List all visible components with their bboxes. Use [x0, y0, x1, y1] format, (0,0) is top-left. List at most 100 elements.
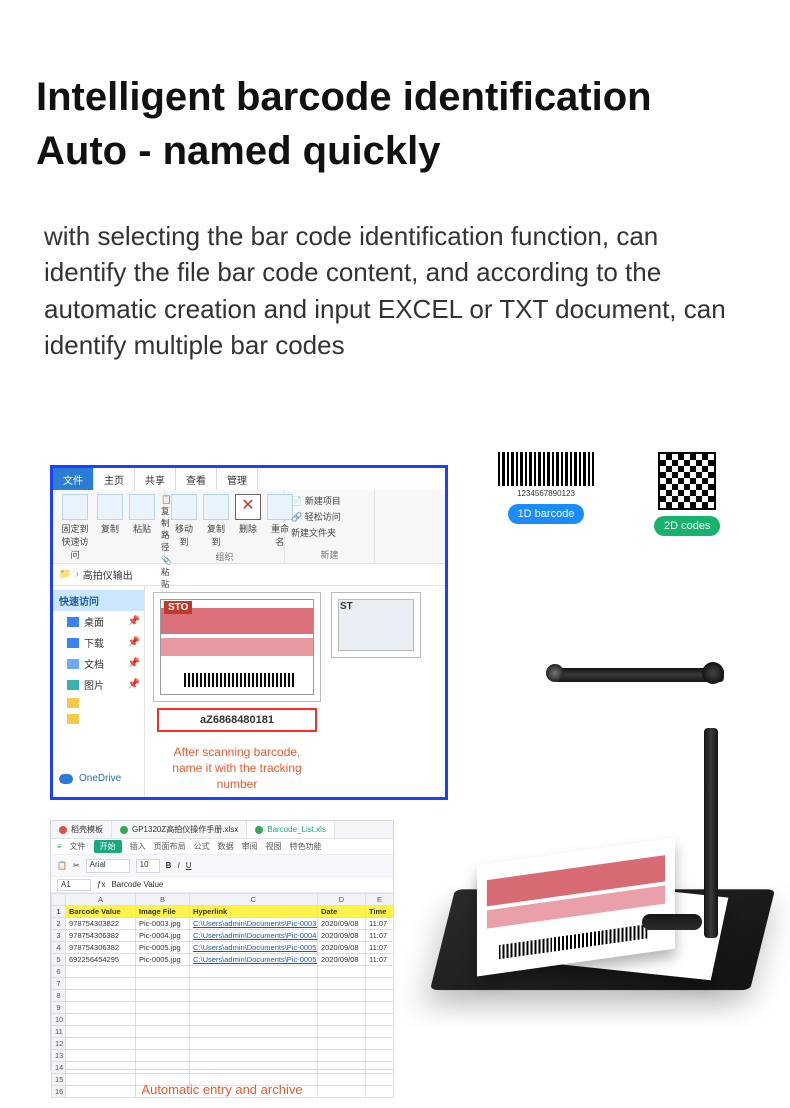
sheet-menubar: ≡ 文件 开始 插入 页面布局 公式 数据 审阅 视图 特色功能 [51, 839, 393, 855]
copyto-icon[interactable] [203, 494, 229, 520]
table-row[interactable]: 5692256454295Pic-0005.jpgC:\Users\admin\… [52, 954, 394, 966]
table-row[interactable]: 10 [52, 1014, 394, 1026]
col-date: Date [318, 906, 366, 918]
headline-line1: Intelligent barcode identification [36, 75, 652, 119]
paste-icon[interactable]: 📋 [57, 861, 67, 870]
headline-line2: Auto - named quickly [36, 129, 441, 173]
fx-value: Barcode Value [111, 880, 163, 889]
font-select[interactable]: Arial [86, 859, 130, 873]
scan-caption: After scanning barcode, name it with the… [153, 744, 321, 793]
scanner-arm-horizontal [554, 668, 724, 682]
sto-logo: STO [164, 601, 192, 614]
scanner-product [430, 658, 760, 1008]
sidebar-item-folder1[interactable] [53, 695, 144, 711]
paste-icon[interactable] [129, 494, 155, 520]
sidebar-item-desktop[interactable]: 桌面📌 [53, 611, 144, 632]
table-row[interactable]: 9 [52, 1002, 394, 1014]
table-row[interactable]: 4978754306382Pic-0005.jpgC:\Users\admin\… [52, 942, 394, 954]
menu-layout[interactable]: 页面布局 [154, 841, 186, 852]
cloud-icon [59, 774, 73, 784]
col-link: Hyperlink [190, 906, 318, 918]
menu-formula[interactable]: 公式 [194, 841, 210, 852]
sidebar-quick-access[interactable]: 快速访问 [53, 590, 144, 611]
sheet-tab-2[interactable]: GP1320Z高拍仪操作手册.xlsx [112, 821, 247, 838]
ribbon-new-folder[interactable]: 新建文件夹 [291, 526, 336, 539]
fx-icon: ƒx [97, 880, 105, 889]
ribbon-group-org: 组织 [171, 548, 278, 565]
ribbon-paste: 粘贴 [129, 522, 155, 535]
col-time: Time [366, 906, 394, 918]
explorer-tabs: 文件 主页 共享 查看 管理 [53, 468, 445, 490]
ribbon-copy: 复制 [97, 522, 123, 535]
ribbon-group-new: 新建 [291, 546, 368, 563]
ribbon-new-item[interactable]: 📄 新建项目 [291, 494, 341, 507]
scanner-controls [642, 914, 702, 930]
table-row[interactable]: 8 [52, 990, 394, 1002]
document-thumbnail[interactable]: STO [153, 592, 321, 702]
tab-view[interactable]: 查看 [176, 468, 217, 490]
menu-features[interactable]: 特色功能 [290, 841, 322, 852]
chevron-right-icon: › [75, 569, 78, 580]
sheet-tab-3[interactable]: Barcode_List.xls [247, 821, 335, 838]
underline-icon[interactable]: U [186, 861, 192, 870]
tab-share[interactable]: 共享 [135, 468, 176, 490]
barcode-1d-badge: 1234567890123 1D barcode [498, 452, 594, 536]
ribbon-moveto: 移动到 [171, 522, 197, 548]
table-row[interactable]: 11 [52, 1026, 394, 1038]
spreadsheet-window: 稻壳模板 GP1320Z高拍仪操作手册.xlsx Barcode_List.xl… [50, 820, 394, 1070]
barcode-1d-number: 1234567890123 [498, 489, 594, 498]
copy-icon[interactable] [97, 494, 123, 520]
sheet-caption: Automatic entry and archive [50, 1082, 394, 1097]
headline: Intelligent barcode identification Auto … [0, 0, 790, 178]
description: with selecting the bar code identificati… [0, 178, 790, 364]
sheet-tab-1[interactable]: 稻壳模板 [51, 821, 112, 838]
table-row[interactable]: 6 [52, 966, 394, 978]
sidebar-onedrive[interactable]: OneDrive [53, 767, 144, 790]
sheet-toolbar: 📋 ✂ Arial 10 B I U [51, 855, 393, 877]
scanner-joint [702, 662, 724, 684]
sidebar-item-pictures[interactable]: 图片📌 [53, 674, 144, 695]
bold-icon[interactable]: B [166, 861, 172, 870]
font-size-select[interactable]: 10 [136, 859, 160, 873]
file-explorer-window: 文件 主页 共享 查看 管理 固定到快速访问 复制 粘贴 📋 复制路径 📎 粘贴… [50, 465, 448, 800]
moveto-icon[interactable] [171, 494, 197, 520]
scanner-lens [546, 664, 564, 682]
scanner-arm-vertical [704, 728, 718, 938]
barcode-2d-label: 2D codes [654, 516, 720, 536]
table-row[interactable]: 12 [52, 1038, 394, 1050]
tab-file[interactable]: 文件 [53, 468, 94, 490]
barcode-1d-icon [498, 452, 594, 486]
italic-icon[interactable]: I [177, 861, 179, 870]
explorer-ribbon: 固定到快速访问 复制 粘贴 📋 复制路径 📎 粘贴快捷方式 ✂ 剪切 剪贴板 移… [53, 490, 445, 564]
sidebar-item-folder2[interactable] [53, 711, 144, 727]
download-icon [67, 638, 79, 648]
barcode-badges: 1234567890123 1D barcode 2D codes [498, 452, 720, 536]
menu-review[interactable]: 审阅 [242, 841, 258, 852]
ribbon-easy-access[interactable]: 🔗 轻松访问 [291, 510, 341, 523]
table-row[interactable]: 7 [52, 978, 394, 990]
pin-icon[interactable] [62, 494, 88, 520]
cut-icon[interactable]: ✂ [73, 861, 80, 870]
menu-file[interactable]: 文件 [70, 841, 86, 852]
menu-view[interactable]: 视图 [266, 841, 282, 852]
spreadsheet-grid[interactable]: ABCDE 1 Barcode Value Image File Hyperli… [51, 893, 394, 1098]
document-thumbnail-2[interactable] [331, 592, 421, 658]
table-row[interactable]: 14 [52, 1062, 394, 1074]
tab-manage[interactable]: 管理 [217, 468, 258, 490]
table-row[interactable]: 13 [52, 1050, 394, 1062]
cell-ref[interactable]: A1 [57, 879, 91, 891]
ribbon-delete: 删除 [235, 522, 261, 535]
barcode-1d-label: 1D barcode [508, 504, 585, 524]
barcode-icon [184, 673, 294, 687]
sidebar-item-documents[interactable]: 文档📌 [53, 653, 144, 674]
table-row[interactable]: 2978754303822Pic-0003.jpgC:\Users\admin\… [52, 918, 394, 930]
sidebar-item-downloads[interactable]: 下载📌 [53, 632, 144, 653]
folder-icon: 📁 [59, 569, 71, 580]
menu-insert[interactable]: 插入 [130, 841, 146, 852]
table-row[interactable]: 3978754306382Pic-0004.jpgC:\Users\admin\… [52, 930, 394, 942]
menu-home[interactable]: 开始 [94, 840, 122, 853]
delete-icon[interactable]: ✕ [235, 494, 261, 520]
tab-home[interactable]: 主页 [94, 468, 135, 490]
col-barcode: Barcode Value [66, 906, 136, 918]
menu-data[interactable]: 数据 [218, 841, 234, 852]
